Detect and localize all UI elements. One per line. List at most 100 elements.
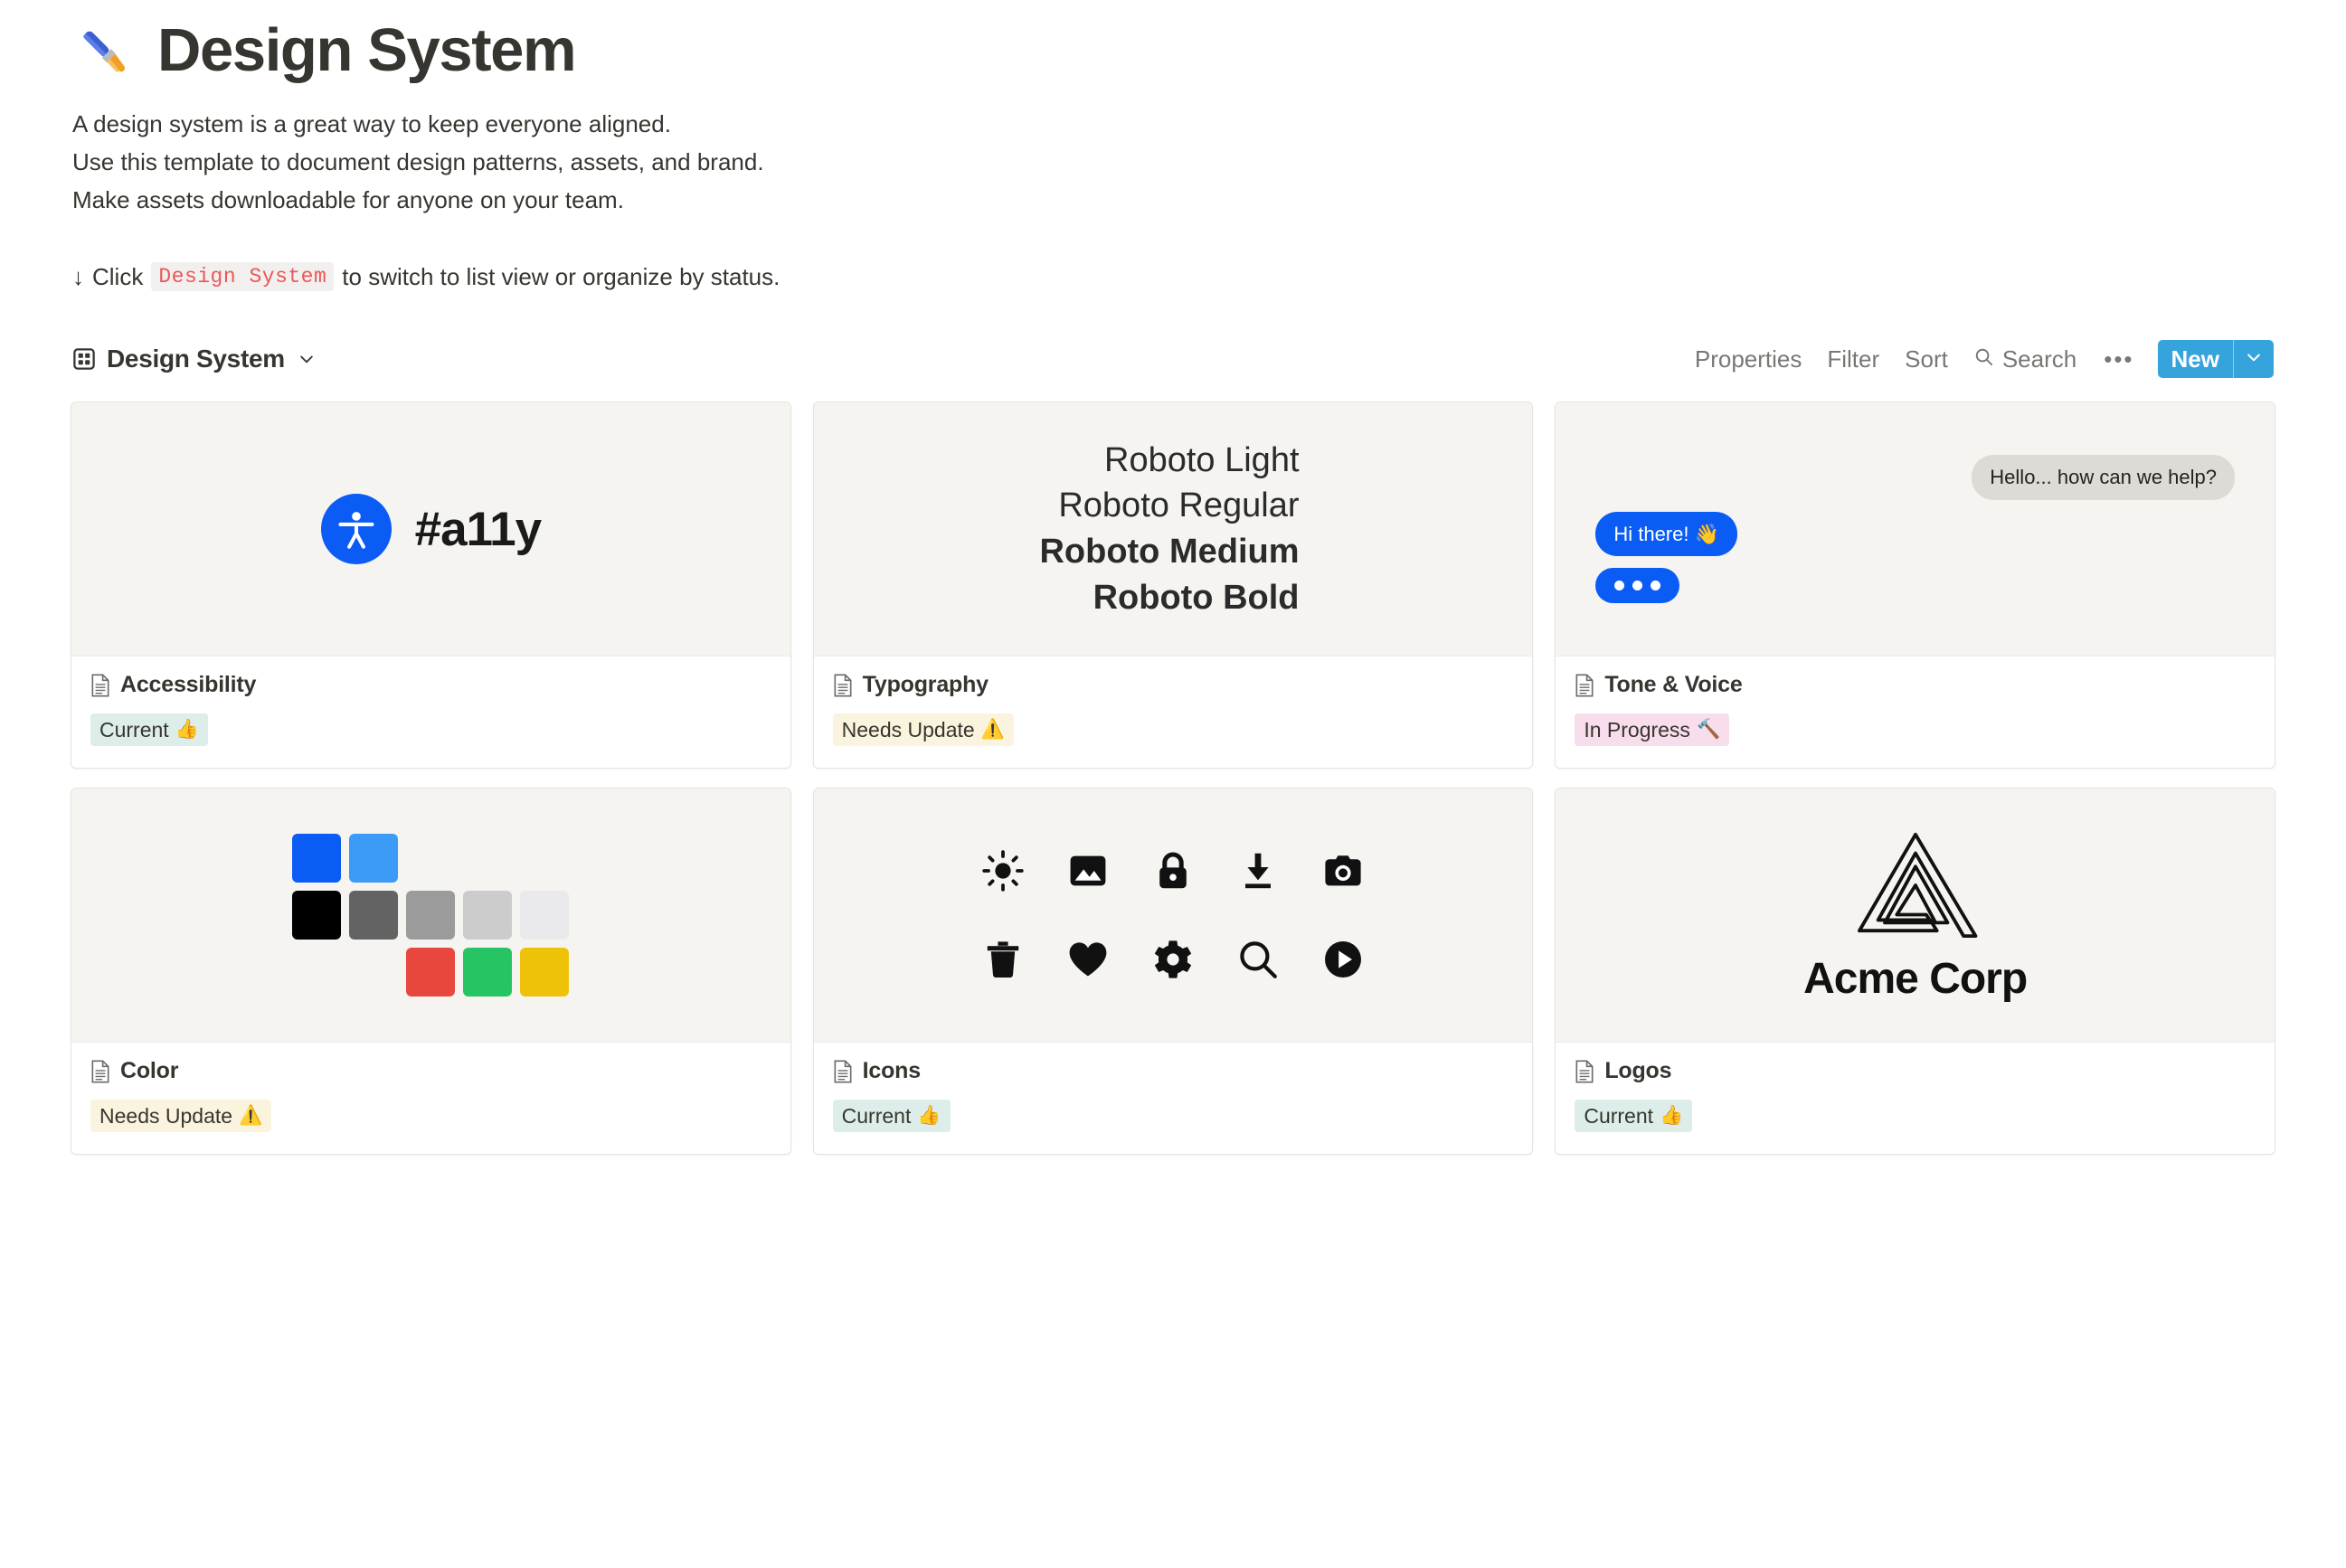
color-swatch bbox=[406, 948, 456, 997]
card-logos[interactable]: Acme Corp Logos Current 👍 bbox=[1555, 788, 2275, 1155]
heart-icon bbox=[1066, 938, 1110, 981]
hint-suffix: to switch to list view or organize by st… bbox=[342, 262, 780, 290]
database-toolbar: Design System Properties Filter Sort Sea… bbox=[0, 334, 2346, 384]
new-button-group: New bbox=[2157, 340, 2274, 378]
search-button[interactable]: Search bbox=[1961, 340, 2089, 379]
arrow-down-icon: ↓ bbox=[72, 262, 84, 290]
chat-bubble-outgoing: Hi there! 👋 bbox=[1595, 511, 1737, 556]
card-color[interactable]: Color Needs Update ⚠️ bbox=[71, 788, 791, 1155]
icon-sample-grid bbox=[977, 843, 1369, 987]
more-options-button[interactable]: ••• bbox=[2089, 340, 2148, 379]
image-icon bbox=[1066, 849, 1110, 893]
database-view-selector[interactable]: Design System bbox=[72, 345, 316, 373]
status-badge: Current 👍 bbox=[1575, 1100, 1693, 1132]
card-body-typography: Typography Needs Update ⚠️ bbox=[814, 656, 1533, 768]
card-title: Accessibility bbox=[120, 672, 257, 697]
document-icon bbox=[1575, 1059, 1594, 1083]
card-cover-logos: Acme Corp bbox=[1556, 789, 2275, 1043]
swatch-spacer bbox=[349, 948, 398, 997]
card-title-row: Tone & Voice bbox=[1575, 672, 2256, 698]
card-title: Icons bbox=[862, 1058, 921, 1083]
warning-emoji: ⚠️ bbox=[239, 1105, 263, 1126]
status-badge: Current 👍 bbox=[832, 1100, 951, 1132]
penrose-triangle-icon bbox=[1848, 827, 1983, 949]
card-cover-icons bbox=[813, 789, 1533, 1043]
inline-code-design-system: Design System bbox=[151, 262, 335, 291]
card-body-logos: Logos Current 👍 bbox=[1556, 1043, 2275, 1154]
document-icon bbox=[90, 1059, 110, 1083]
color-swatch bbox=[463, 891, 513, 940]
card-cover-typography: Roboto Light Roboto Regular Roboto Mediu… bbox=[813, 402, 1533, 656]
thumbs-up-emoji: 👍 bbox=[175, 719, 199, 740]
card-tone-and-voice[interactable]: Hello... how can we help? Hi there! 👋 To… bbox=[1555, 401, 2275, 769]
description-line-1: A design system is a great way to keep e… bbox=[72, 110, 671, 137]
database-view-name: Design System bbox=[107, 345, 285, 373]
properties-button[interactable]: Properties bbox=[1682, 340, 1815, 379]
status-label: Current bbox=[1584, 1104, 1654, 1128]
page-description: A design system is a great way to keep e… bbox=[72, 105, 2346, 219]
color-swatch bbox=[406, 891, 456, 940]
chat-mockup: Hello... how can we help? Hi there! 👋 bbox=[1556, 455, 2275, 603]
document-icon bbox=[1575, 673, 1594, 697]
chat-typing-indicator bbox=[1595, 568, 1680, 603]
search-label: Search bbox=[2001, 345, 2077, 373]
type-sample-bold: Roboto Bold bbox=[1093, 578, 1300, 617]
card-title-row: Icons bbox=[833, 1058, 1514, 1084]
thumbs-up-emoji: 👍 bbox=[917, 1105, 941, 1126]
paintbrush-emoji bbox=[72, 16, 137, 85]
new-button-dropdown[interactable] bbox=[2234, 340, 2274, 378]
swatch-spacer bbox=[520, 834, 569, 883]
swatch-spacer bbox=[292, 948, 341, 997]
accessibility-hashtag: #a11y bbox=[414, 502, 542, 556]
status-label: Needs Update bbox=[841, 718, 975, 741]
card-cover-tone-and-voice: Hello... how can we help? Hi there! 👋 bbox=[1556, 402, 2275, 656]
status-badge: Needs Update ⚠️ bbox=[832, 713, 1014, 746]
warning-emoji: ⚠️ bbox=[980, 719, 1005, 740]
card-cover-accessibility: #a11y bbox=[71, 402, 790, 656]
card-body-color: Color Needs Update ⚠️ bbox=[71, 1043, 790, 1154]
document-icon bbox=[833, 673, 853, 697]
swatch-spacer bbox=[463, 834, 512, 883]
filter-button[interactable]: Filter bbox=[1814, 340, 1892, 379]
color-swatch bbox=[292, 834, 342, 883]
color-swatch bbox=[349, 834, 399, 883]
card-title: Typography bbox=[862, 672, 989, 697]
typing-dot bbox=[1632, 581, 1643, 590]
color-swatch bbox=[463, 948, 513, 997]
download-icon bbox=[1236, 849, 1280, 893]
card-typography[interactable]: Roboto Light Roboto Regular Roboto Mediu… bbox=[812, 401, 1534, 769]
view-switch-hint: ↓ Click Design System to switch to list … bbox=[72, 262, 2346, 291]
gallery-card-grid: #a11y Accessibility Current 👍 Roboto Lig… bbox=[0, 401, 2346, 1155]
status-badge: Needs Update ⚠️ bbox=[90, 1100, 272, 1132]
hint-prefix: Click bbox=[92, 262, 144, 290]
chevron-down-icon bbox=[2245, 348, 2263, 371]
card-accessibility[interactable]: #a11y Accessibility Current 👍 bbox=[71, 401, 791, 769]
card-title: Color bbox=[120, 1058, 179, 1083]
page-title-row: Design System bbox=[72, 16, 2346, 85]
color-swatch bbox=[349, 891, 399, 940]
document-icon bbox=[90, 673, 110, 697]
page-title: Design System bbox=[157, 15, 577, 84]
description-line-3: Make assets downloadable for anyone on y… bbox=[72, 186, 624, 213]
status-label: Current bbox=[841, 1104, 912, 1128]
type-sample-medium: Roboto Medium bbox=[1039, 533, 1300, 571]
toolbar-actions: Properties Filter Sort Search ••• New bbox=[1682, 340, 2274, 379]
card-icons[interactable]: Icons Current 👍 bbox=[812, 788, 1534, 1155]
card-cover-color bbox=[71, 789, 790, 1043]
trash-icon bbox=[981, 938, 1025, 981]
card-title: Logos bbox=[1604, 1058, 1672, 1083]
lock-icon bbox=[1151, 849, 1195, 893]
color-swatch bbox=[292, 891, 342, 940]
color-swatch bbox=[520, 948, 570, 997]
card-title-row: Logos bbox=[1575, 1058, 2256, 1084]
card-body-tone-and-voice: Tone & Voice In Progress 🔨 bbox=[1556, 656, 2275, 768]
card-title-row: Accessibility bbox=[90, 672, 771, 698]
accessibility-icon bbox=[320, 494, 392, 564]
new-button[interactable]: New bbox=[2158, 340, 2233, 378]
status-label: Needs Update bbox=[99, 1104, 233, 1128]
chevron-down-icon bbox=[296, 350, 316, 368]
sort-button[interactable]: Sort bbox=[1892, 340, 1961, 379]
typography-samples: Roboto Light Roboto Regular Roboto Mediu… bbox=[1039, 439, 1306, 620]
card-title-row: Typography bbox=[833, 672, 1514, 698]
design-system-page: Design System A design system is a great… bbox=[0, 0, 2346, 1568]
